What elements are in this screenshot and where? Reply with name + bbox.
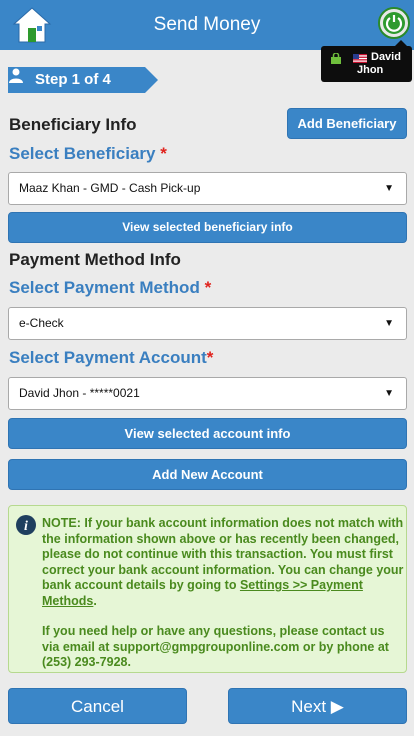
user-menu[interactable]: David Jhon: [321, 40, 412, 82]
beneficiary-section-title: Beneficiary Info: [9, 115, 137, 134]
note-text: NOTE: If your bank account information d…: [42, 516, 404, 671]
select-payment-method-label: Select Payment Method *: [9, 278, 211, 298]
info-icon: i: [16, 515, 36, 535]
payment-method-select[interactable]: e-Check ▼: [8, 307, 407, 340]
select-beneficiary-text: Select Beneficiary: [9, 144, 156, 163]
next-button[interactable]: Next ▶: [228, 688, 407, 724]
add-beneficiary-button[interactable]: Add Beneficiary: [287, 108, 407, 139]
top-bar: Send Money: [0, 0, 414, 50]
view-beneficiary-button[interactable]: View selected beneficiary info: [8, 212, 407, 243]
required-mark: *: [204, 278, 212, 297]
cancel-button[interactable]: Cancel: [8, 688, 187, 724]
beneficiary-select[interactable]: Maaz Khan - GMD - Cash Pick-up ▼: [8, 172, 407, 205]
payment-account-value: David Jhon - *****0021: [19, 386, 140, 400]
note-paragraph-1: NOTE: If your bank account information d…: [42, 516, 404, 609]
svg-text:i: i: [24, 519, 28, 534]
page-title: Send Money: [153, 14, 261, 35]
dropdown-arrow-icon: ▼: [384, 318, 394, 329]
payment-method-value: e-Check: [19, 316, 64, 330]
required-mark: *: [160, 144, 167, 163]
power-icon: [383, 12, 405, 34]
add-new-account-button[interactable]: Add New Account: [8, 459, 407, 490]
beneficiary-select-value: Maaz Khan - GMD - Cash Pick-up: [19, 181, 201, 195]
view-account-button[interactable]: View selected account info: [8, 418, 407, 449]
select-payment-method-text: Select Payment Method: [9, 278, 200, 297]
dropdown-arrow-icon: ▼: [384, 183, 394, 194]
select-payment-account-label: Select Payment Account*: [9, 348, 213, 368]
note-paragraph-2: If you need help or have any questions, …: [42, 624, 389, 669]
dropdown-arrow-icon: ▼: [384, 388, 394, 399]
power-button[interactable]: [378, 7, 410, 39]
user-name: David Jhon: [357, 51, 401, 76]
payment-account-select[interactable]: David Jhon - *****0021 ▼: [8, 377, 407, 410]
select-beneficiary-label: Select Beneficiary *: [9, 144, 167, 164]
lock-icon: [331, 53, 341, 64]
required-mark: *: [206, 348, 214, 367]
bank-info-note: i NOTE: If your bank account information…: [8, 505, 407, 673]
step-label: Step 1 of 4: [35, 71, 111, 88]
home-icon[interactable]: [12, 6, 52, 44]
step-indicator: Step 1 of 4: [8, 67, 158, 93]
payment-section-title: Payment Method Info: [9, 250, 181, 269]
note-text-part: .: [93, 593, 97, 608]
user-icon: [9, 68, 23, 83]
select-payment-account-text: Select Payment Account: [9, 348, 207, 367]
